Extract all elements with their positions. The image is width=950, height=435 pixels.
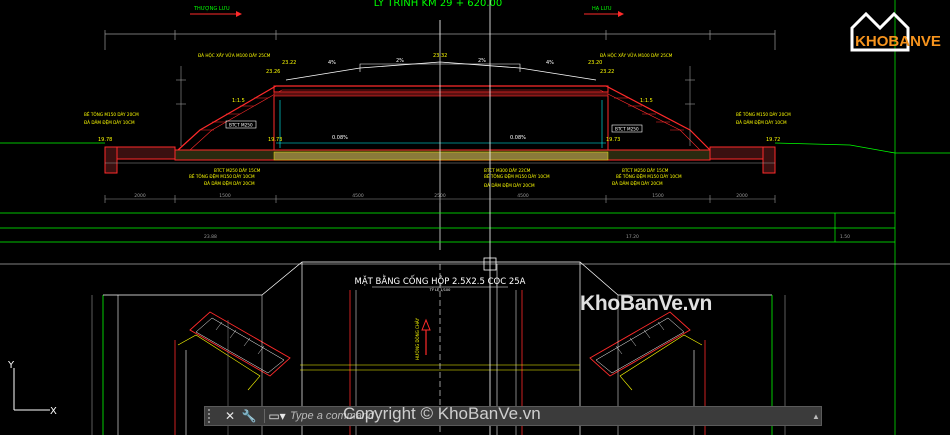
svg-text:ĐÁ HỘC XÂY VỮA M100 DÀY 25CM: ĐÁ HỘC XÂY VỮA M100 DÀY 25CM [600,53,673,58]
svg-text:4500: 4500 [517,193,529,199]
command-line-bar: ✕ 🔧 ▭▾ ▲ [204,406,822,426]
btct-tags: BTCT M250 BTCT M250 [225,120,643,133]
svg-text:4%: 4% [546,60,554,66]
flow-label: HƯỚNG DÒNG CHẢY [415,317,420,360]
upstream-arrowhead [236,11,242,17]
svg-text:4500: 4500 [352,193,364,199]
scroll-up-icon[interactable]: ▲ [811,407,821,425]
svg-text:BÊ TÔNG ĐỆM M150 DÀY 10CM: BÊ TÔNG ĐỆM M150 DÀY 10CM [189,174,255,179]
svg-text:BTCT M250: BTCT M250 [615,127,639,132]
svg-text:BÊ TÔNG ĐỆM M150 DÀY 10CM: BÊ TÔNG ĐỆM M150 DÀY 10CM [484,174,550,179]
svg-text:BTCT M250 DÀY 15CM: BTCT M250 DÀY 15CM [622,168,669,173]
ucs-icon: Y X [7,360,57,417]
svg-text:19.73: 19.73 [606,137,620,143]
command-line-grip[interactable] [208,409,218,423]
svg-text:ĐÁ DĂM ĐỆM DÀY 10CM: ĐÁ DĂM ĐỆM DÀY 10CM [736,120,787,125]
svg-text:4%: 4% [328,60,336,66]
drawing-title: LÝ TRÌNH KM 29 + 620.00 [374,0,503,9]
svg-text:BÊ TÔNG M150 DÀY 20CM: BÊ TÔNG M150 DÀY 20CM [84,112,139,117]
svg-text:23.20: 23.20 [588,60,602,66]
svg-text:19.73: 19.73 [268,137,282,143]
svg-text:Y: Y [7,360,15,371]
khobanve-logo: KHOBANVE [850,11,941,52]
svg-text:BTCT M250: BTCT M250 [229,123,253,128]
svg-text:2%: 2% [396,58,404,64]
svg-text:ĐÁ DĂM ĐỆM DÀY 20CM: ĐÁ DĂM ĐỆM DÀY 20CM [612,181,663,186]
svg-text:0.08%: 0.08% [510,135,526,141]
alignment-band-labels: 23.88 17.20 1.50 [204,234,850,240]
svg-text:23.22: 23.22 [282,60,296,66]
svg-text:X: X [50,406,57,417]
svg-text:1:1.5: 1:1.5 [640,98,653,104]
recent-commands-icon[interactable]: ▭▾ [268,408,285,424]
svg-text:1:1.5: 1:1.5 [232,98,245,104]
svg-text:19.72: 19.72 [766,137,780,143]
natural-ground-right [774,142,950,154]
svg-text:17.20: 17.20 [626,234,639,240]
customize-icon[interactable]: 🔧 [241,408,257,424]
command-line-separator [264,409,265,423]
svg-text:2000: 2000 [134,193,146,199]
svg-text:ĐÁ DĂM ĐỆM DÀY 10CM: ĐÁ DĂM ĐỆM DÀY 10CM [84,120,135,125]
svg-text:ĐÁ DĂM ĐỆM DÀY 20CM: ĐÁ DĂM ĐỆM DÀY 20CM [484,183,535,188]
svg-text:ĐÁ DĂM ĐỆM DÀY 20CM: ĐÁ DĂM ĐỆM DÀY 20CM [204,181,255,186]
svg-text:23.26: 23.26 [266,69,280,75]
annotations-center: BTCT M300 DÀY 22CM BÊ TÔNG ĐỆM M150 DÀY … [484,168,550,188]
svg-text:1500: 1500 [219,193,231,199]
svg-text:1500: 1500 [652,193,664,199]
svg-text:0.08%: 0.08% [332,135,348,141]
svg-text:BÊ TÔNG M150 DÀY 20CM: BÊ TÔNG M150 DÀY 20CM [736,112,791,117]
svg-text:ĐÁ HỘC XÂY VỮA M100 DÀY 25CM: ĐÁ HỘC XÂY VỮA M100 DÀY 25CM [198,53,271,58]
svg-text:23.88: 23.88 [204,234,217,240]
svg-text:2500: 2500 [434,193,446,199]
embankment-section [177,61,711,151]
ratio-labels: 1:1.5 1:1.5 [232,98,653,104]
plan-scale: TỶ LỆ 1/100 [429,287,451,292]
svg-text:BTCT M300 DÀY 22CM: BTCT M300 DÀY 22CM [484,168,531,173]
svg-text:19.78: 19.78 [98,137,112,143]
svg-text:KHOBANVE: KHOBANVE [855,33,941,50]
close-icon[interactable]: ✕ [222,408,238,424]
svg-text:2%: 2% [478,58,486,64]
downstream-label: HẠ LƯU [592,6,612,12]
upstream-label: THƯỢNG LƯU [193,6,230,12]
svg-text:BTCT M250 DÀY 15CM: BTCT M250 DÀY 15CM [214,168,261,173]
cad-drawing-canvas[interactable]: LÝ TRÌNH KM 29 + 620.00 THƯỢNG LƯU HẠ LƯ… [0,0,950,435]
svg-text:BÊ TÔNG ĐỆM M150 DÀY 10CM: BÊ TÔNG ĐỆM M150 DÀY 10CM [616,174,682,179]
svg-text:1.50: 1.50 [840,234,850,240]
svg-text:2000: 2000 [736,193,748,199]
downstream-arrowhead [618,11,624,17]
watermark-middle: KhoBanVe.vn [580,292,713,315]
bottom-dimension-labels: 2000 1500 4500 2500 4500 1500 2000 [134,193,748,199]
svg-text:23.22: 23.22 [600,69,614,75]
flow-arrowhead [421,318,431,331]
command-input[interactable] [288,409,811,423]
svg-text:23.32: 23.32 [433,53,447,59]
